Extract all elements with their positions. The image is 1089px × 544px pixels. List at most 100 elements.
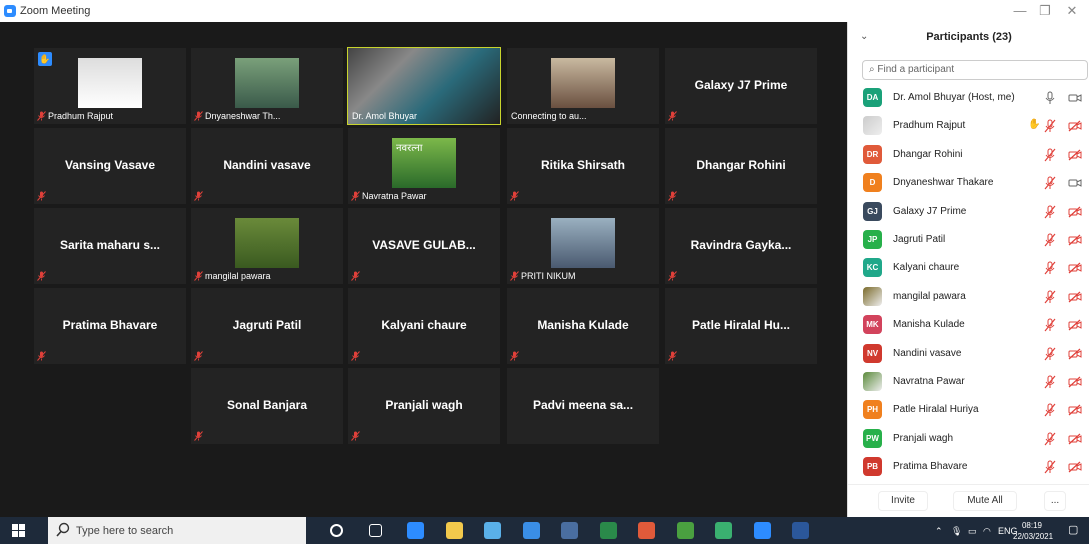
video-tile[interactable]: Pratima Bhavare <box>34 288 186 364</box>
video-tile[interactable]: Vansing Vasave <box>34 128 186 204</box>
muted-mic-icon <box>37 111 46 121</box>
participant-search-input[interactable]: ⌕ Find a participant <box>862 60 1088 80</box>
video-off-icon[interactable] <box>1068 318 1082 332</box>
participant-row[interactable]: JP Jagruti Patil <box>848 226 1089 254</box>
mic-on-icon[interactable] <box>1043 91 1057 105</box>
wifi-icon[interactable]: ◠ <box>983 526 991 537</box>
close-button[interactable]: ✕ <box>1057 2 1087 20</box>
task-view-icon[interactable] <box>368 524 382 537</box>
notifications-icon[interactable]: ▢ <box>1068 523 1078 536</box>
video-tile[interactable]: mangilal pawara <box>191 208 343 284</box>
video-tile[interactable]: Nandini vasave <box>191 128 343 204</box>
participant-name: Sarita maharu s... <box>59 238 161 252</box>
participant-name: mangilal pawara <box>893 290 966 302</box>
video-tile[interactable]: Connecting to au... <box>507 48 659 124</box>
video-tile[interactable]: Ravindra Gayka... <box>665 208 817 284</box>
calculator-icon[interactable] <box>561 522 578 539</box>
video-tile[interactable]: Sonal Banjara <box>191 368 343 444</box>
participant-row[interactable]: DA Dr. Amol Bhuyar (Host, me) <box>848 84 1089 112</box>
mute-all-button[interactable]: Mute All <box>953 491 1017 511</box>
participant-name: VASAVE GULAB... <box>372 238 476 252</box>
participant-row[interactable]: Pradhum Rajput ✋ <box>848 112 1089 140</box>
participant-row[interactable]: D Dnyaneshwar Thakare <box>848 169 1089 197</box>
video-tile[interactable]: Pranjali wagh <box>348 368 500 444</box>
microphone-icon[interactable]: 🎙 <box>951 526 962 537</box>
window-title: Zoom Meeting <box>20 5 91 17</box>
video-off-icon[interactable] <box>1068 432 1082 446</box>
participant-row[interactable]: DR Dhangar Rohini <box>848 141 1089 169</box>
mic-muted-icon[interactable] <box>1043 205 1057 219</box>
video-off-icon[interactable] <box>1068 290 1082 304</box>
video-off-icon[interactable] <box>1068 375 1082 389</box>
invite-button[interactable]: Invite <box>878 491 928 511</box>
mic-muted-icon[interactable] <box>1043 261 1057 275</box>
participant-name: Nandini vasave <box>223 158 311 172</box>
browser-icon[interactable] <box>715 522 732 539</box>
participant-row[interactable]: Navratna Pawar <box>848 368 1089 396</box>
video-on-icon[interactable] <box>1068 176 1082 190</box>
store-icon[interactable] <box>484 522 501 539</box>
participant-row[interactable]: MK Manisha Kulade <box>848 311 1089 339</box>
mic-muted-icon[interactable] <box>1043 176 1057 190</box>
mic-muted-icon[interactable] <box>1043 432 1057 446</box>
video-off-icon[interactable] <box>1068 205 1082 219</box>
video-off-icon[interactable] <box>1068 347 1082 361</box>
restore-button[interactable]: ❐ <box>1030 2 1060 20</box>
tray-chevron-icon[interactable]: ⌃ <box>935 526 943 537</box>
video-tile[interactable]: Jagruti Patil <box>191 288 343 364</box>
video-tile[interactable]: Dr. Amol Bhuyar <box>347 47 501 125</box>
video-tile[interactable]: नवरत्ना Navratna Pawar <box>348 128 500 204</box>
video-off-icon[interactable] <box>1068 261 1082 275</box>
participant-row[interactable]: NV Nandini vasave <box>848 340 1089 368</box>
mic-muted-icon[interactable] <box>1043 347 1057 361</box>
mic-muted-icon[interactable] <box>1043 290 1057 304</box>
participant-row[interactable]: PB Pratima Bhavare <box>848 453 1089 481</box>
video-off-icon[interactable] <box>1068 233 1082 247</box>
word-icon[interactable] <box>792 522 809 539</box>
video-tile[interactable]: Padvi meena sa... <box>507 368 659 444</box>
mail-icon[interactable] <box>522 522 540 539</box>
powerpoint-icon[interactable] <box>676 522 694 539</box>
more-button[interactable]: ... <box>1044 491 1066 511</box>
participant-name: Galaxy J7 Prime <box>893 205 967 217</box>
paint-icon[interactable] <box>638 522 655 539</box>
excel-icon[interactable] <box>599 522 617 539</box>
participant-row[interactable]: PH Patle Hiralal Huriya <box>848 396 1089 424</box>
video-on-icon[interactable] <box>1068 91 1082 105</box>
participant-row[interactable]: mangilal pawara <box>848 283 1089 311</box>
battery-icon[interactable]: ▭ <box>968 526 977 537</box>
windows-start-icon[interactable] <box>12 524 25 537</box>
participant-row[interactable]: KC Kalyani chaure <box>848 254 1089 282</box>
video-tile[interactable]: Dhangar Rohini <box>665 128 817 204</box>
video-tile[interactable]: Dnyaneshwar Th... <box>191 48 343 124</box>
video-tile[interactable]: Patle Hiralal Hu... <box>665 288 817 364</box>
video-tile[interactable]: Kalyani chaure <box>348 288 500 364</box>
mic-muted-icon[interactable] <box>1043 375 1057 389</box>
mic-muted-icon[interactable] <box>1043 460 1057 474</box>
edge-icon[interactable] <box>407 522 424 539</box>
taskbar-search-input[interactable]: Type here to search <box>48 517 306 544</box>
video-tile[interactable]: Galaxy J7 Prime <box>665 48 817 124</box>
clock[interactable]: 08:19 22/03/2021 <box>1013 520 1053 542</box>
zoom-icon[interactable] <box>753 522 771 539</box>
mic-muted-icon[interactable] <box>1043 148 1057 162</box>
participant-row[interactable]: GJ Galaxy J7 Prime <box>848 198 1089 226</box>
participant-row[interactable]: PW Pranjali wagh <box>848 425 1089 453</box>
video-tile[interactable]: Sarita maharu s... <box>34 208 186 284</box>
mic-muted-icon[interactable] <box>1043 119 1057 133</box>
video-off-icon[interactable] <box>1068 119 1082 133</box>
video-tile[interactable]: Ritika Shirsath <box>507 128 659 204</box>
video-tile[interactable]: Manisha Kulade <box>507 288 659 364</box>
video-off-icon[interactable] <box>1068 460 1082 474</box>
file-explorer-icon[interactable] <box>445 522 463 539</box>
video-off-icon[interactable] <box>1068 148 1082 162</box>
participant-name: Jagruti Patil <box>893 234 946 245</box>
video-tile[interactable]: Pradhum Rajput ✋ <box>34 48 186 124</box>
video-tile[interactable]: VASAVE GULAB... <box>348 208 500 284</box>
mic-muted-icon[interactable] <box>1043 233 1057 247</box>
mic-muted-icon[interactable] <box>1043 318 1057 332</box>
cortana-icon[interactable] <box>330 524 343 537</box>
video-tile[interactable]: PRITI NIKUM <box>507 208 659 284</box>
video-off-icon[interactable] <box>1068 403 1082 417</box>
mic-muted-icon[interactable] <box>1043 403 1057 417</box>
